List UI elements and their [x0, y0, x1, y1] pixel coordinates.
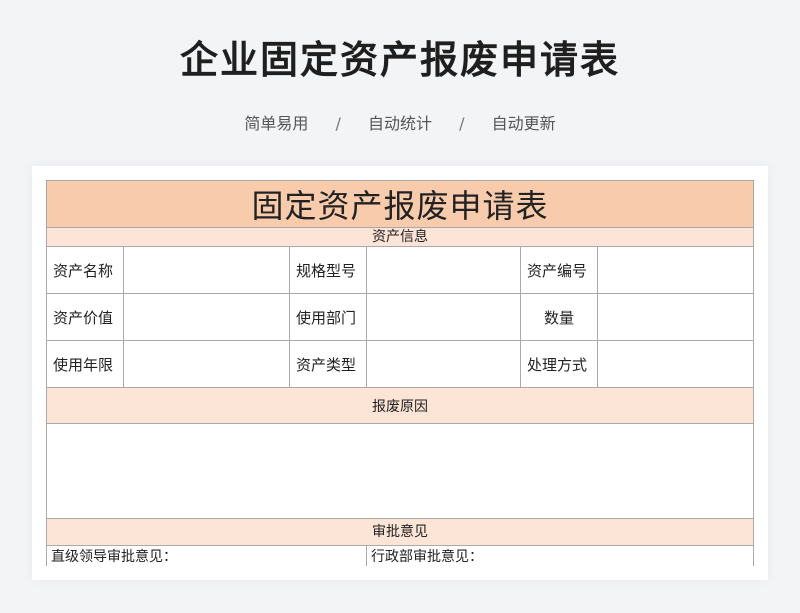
- input-asset-type[interactable]: [366, 340, 521, 388]
- input-asset-number[interactable]: [596, 246, 755, 294]
- asset-disposal-form: 固定资产报废申请表 资产信息 资产名称 规格型号 资产编号 资产价值 使用部门 …: [45, 180, 755, 569]
- card-bottom-edge: [32, 566, 768, 580]
- section-approval: 审批意见: [45, 518, 755, 546]
- label-asset-type: 资产类型: [289, 340, 367, 388]
- label-disposal-method: 处理方式: [520, 340, 598, 388]
- spreadsheet-form: 固定资产报废申请表 资产信息 资产名称 规格型号 资产编号 资产价值 使用部门 …: [45, 180, 755, 569]
- input-quantity[interactable]: [596, 293, 755, 341]
- input-disposal-reason[interactable]: [45, 423, 755, 519]
- tag-easy: 简单易用: [244, 114, 309, 133]
- tag-separator: /: [459, 114, 465, 133]
- label-asset-value: 资产价值: [46, 293, 124, 341]
- input-spec-model[interactable]: [366, 246, 521, 294]
- tag-auto-stats: 自动统计: [367, 114, 432, 133]
- label-department: 使用部门: [289, 293, 367, 341]
- input-asset-name[interactable]: [123, 246, 290, 294]
- label-service-life: 使用年限: [46, 340, 124, 388]
- label-spec-model: 规格型号: [289, 246, 367, 294]
- feature-tags: 简单易用 / 自动统计 / 自动更新: [0, 112, 800, 136]
- tag-separator: /: [335, 114, 341, 133]
- input-department[interactable]: [366, 293, 521, 341]
- section-asset-info: 资产信息: [45, 227, 755, 247]
- input-asset-value[interactable]: [123, 293, 290, 341]
- tag-auto-update: 自动更新: [491, 114, 556, 133]
- label-asset-name: 资产名称: [46, 246, 124, 294]
- form-title: 固定资产报废申请表: [45, 180, 755, 228]
- section-disposal-reason: 报废原因: [45, 387, 755, 424]
- label-quantity: 数量: [520, 293, 598, 341]
- page-title: 企业固定资产报废申请表: [179, 38, 620, 82]
- input-service-life[interactable]: [123, 340, 290, 388]
- form-preview-card: 固定资产报废申请表 资产信息 资产名称 规格型号 资产编号 资产价值 使用部门 …: [32, 166, 768, 580]
- input-disposal-method[interactable]: [596, 340, 755, 388]
- label-asset-number: 资产编号: [520, 246, 598, 294]
